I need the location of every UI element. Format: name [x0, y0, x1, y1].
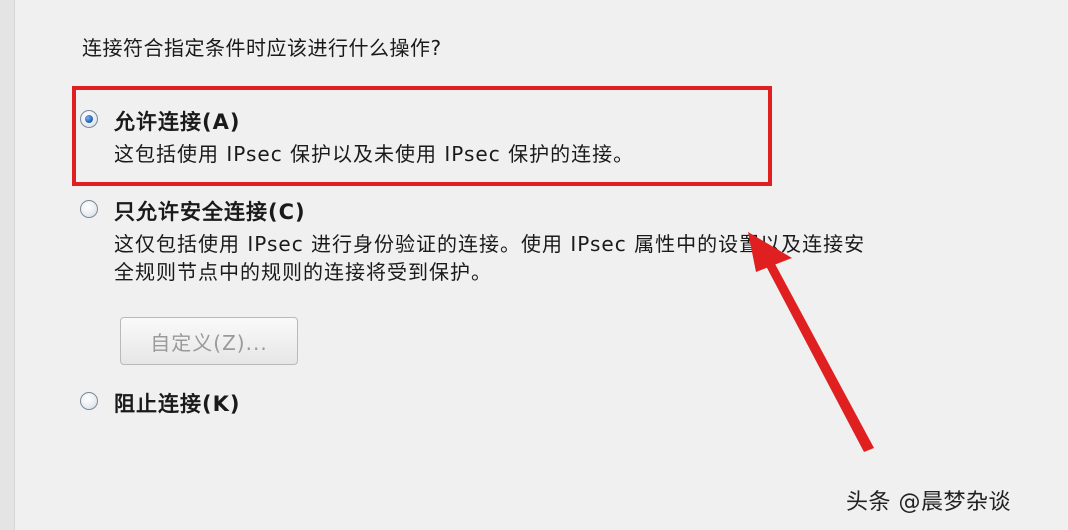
watermark: 头条 @晨梦杂谈: [846, 490, 1011, 515]
annotation-arrow-icon: [748, 232, 874, 452]
